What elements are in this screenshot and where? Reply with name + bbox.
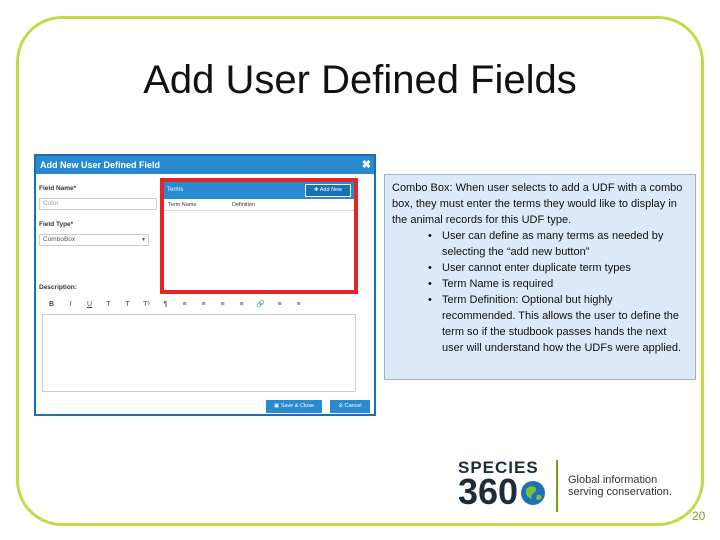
subscript-icon[interactable]: Tˢ [137,298,156,312]
justify-icon[interactable]: ≡ [232,298,251,312]
italic-icon[interactable]: I [61,298,80,312]
paragraph-icon[interactable]: ¶ [156,298,175,312]
field-type-value: ComboBox [43,236,76,243]
terms-title: Terms [167,187,184,193]
add-new-label: Add New [319,187,343,193]
strikethrough-icon[interactable]: T [99,298,118,312]
link-icon[interactable]: 🔗 [251,298,270,312]
chevron-down-icon: ▾ [141,237,145,243]
col-definition: Definition [232,202,255,208]
info-intro-label: Combo Box: [392,182,453,194]
editor-toolbar: B I U T T Tˢ ¶ ≡ ≡ ≡ ≡ 🔗 ≡ ≡ [42,298,354,312]
terms-panel: Terms ✚ Add New Term Name Definition [160,178,358,294]
underline-icon[interactable]: U [80,298,99,312]
cancel-button[interactable]: ⊘ Cancel [330,400,370,413]
terms-header: Terms ✚ Add New [164,182,354,199]
description-label: Description: [39,284,77,291]
field-name-input[interactable]: Color [39,198,157,210]
globe-icon [521,481,545,505]
cancel-label: Cancel [344,403,362,409]
info-bullets: User can define as many terms as needed … [392,228,688,356]
dialog-header: Add New User Defined Field ✖ [36,156,374,174]
logo-tagline-2: serving conservation. [568,486,672,498]
add-new-button[interactable]: ✚ Add New [305,184,351,197]
align-left-icon[interactable]: ≡ [175,298,194,312]
page-number: 20 [692,509,706,523]
logo-divider [556,460,558,512]
bold-icon[interactable]: B [42,298,61,312]
field-type-label: Field Type* [39,221,74,228]
outdent-icon[interactable]: ≡ [270,298,289,312]
logo-tagline-1: Global information [568,474,658,486]
combo-box-info: Combo Box: When user selects to add a UD… [384,174,696,380]
bullet-item: User cannot enter duplicate term types [428,260,688,276]
align-center-icon[interactable]: ≡ [194,298,213,312]
col-term-name: Term Name [168,202,197,208]
field-name-label: Field Name* [39,185,77,192]
bullet-item: Term Definition: Optional but highly rec… [428,292,688,356]
bullet-item: Term Name is required [428,276,688,292]
indent-icon[interactable]: ≡ [289,298,308,312]
save-close-label: Save & Close [280,403,315,409]
slide-title: Add User Defined Fields [143,58,577,102]
info-intro: Combo Box: When user selects to add a UD… [392,180,688,228]
save-icon: ▣ [273,403,281,409]
bullet-item: User can define as many terms as needed … [428,228,688,260]
save-close-button[interactable]: ▣ Save & Close [266,400,322,413]
species360-logo: SPECIES 360 Global information serving c… [458,456,688,516]
column-divider [164,210,354,211]
align-right-icon[interactable]: ≡ [213,298,232,312]
dialog-title: Add New User Defined Field [40,160,161,170]
description-editor[interactable] [42,314,356,392]
field-type-select[interactable]: ComboBox ▾ [39,234,149,246]
superscript-icon[interactable]: T [118,298,137,312]
close-icon[interactable]: ✖ [362,156,371,174]
logo-360: 360 [458,471,519,512]
add-udf-dialog: Add New User Defined Field ✖ Field Name*… [34,154,376,416]
